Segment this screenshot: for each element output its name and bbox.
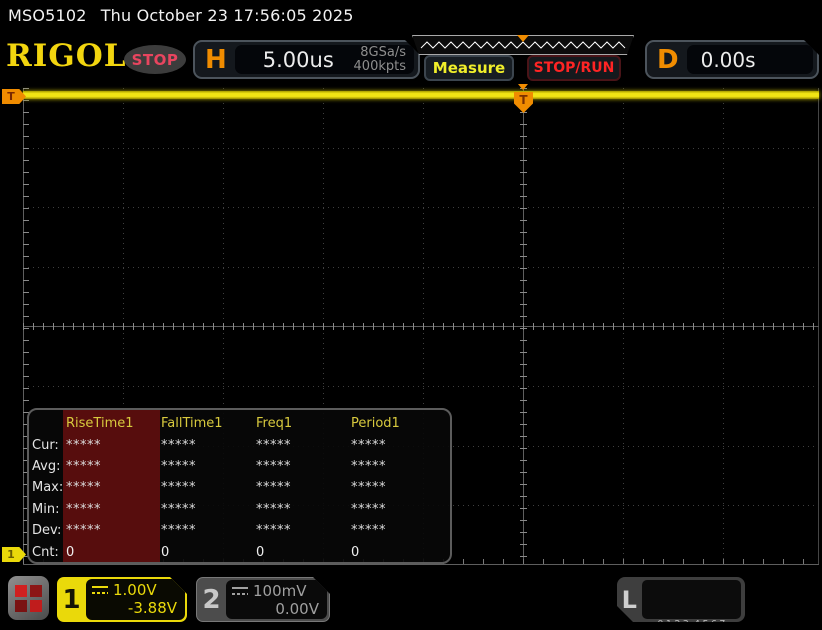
table-cell: 0 bbox=[66, 541, 161, 562]
grid-hline bbox=[23, 386, 819, 387]
channel1-number: 1 bbox=[57, 577, 86, 622]
column-header: RiseTime1 bbox=[66, 413, 161, 434]
delay-panel[interactable]: D 0.00s bbox=[645, 40, 819, 79]
delay-value: 0.00s bbox=[701, 48, 756, 72]
channel2-scale: 100mV bbox=[253, 582, 307, 600]
sample-rate: 8GSa/s bbox=[354, 46, 406, 60]
oscilloscope-screen: MSO5102 Thu October 23 17:56:05 2025 RIGO… bbox=[0, 0, 822, 630]
table-cell: ***** bbox=[351, 456, 443, 477]
grid-hline bbox=[23, 267, 819, 268]
grid-center-hticks bbox=[23, 323, 819, 330]
datetime: Thu October 23 17:56:05 2025 bbox=[101, 6, 354, 25]
channel2-offset: 0.00V bbox=[232, 600, 319, 618]
titlebar: MSO5102 Thu October 23 17:56:05 2025 bbox=[8, 6, 354, 25]
table-cell: 0 bbox=[256, 541, 351, 562]
trigger-position-arrow-icon bbox=[518, 84, 528, 90]
channel1-trace bbox=[23, 91, 819, 99]
grid-hline bbox=[23, 148, 819, 149]
table-cell: ***** bbox=[256, 499, 351, 520]
channel2-badge[interactable]: 2 100mV 0.00V bbox=[196, 577, 330, 622]
table-cell: ***** bbox=[66, 499, 161, 520]
table-cell: ***** bbox=[66, 434, 161, 455]
acquisition-info: 8GSa/s 400kpts bbox=[354, 46, 406, 74]
horizontal-inner: 5.00us 8GSa/s 400kpts bbox=[235, 45, 414, 74]
table-cell: ***** bbox=[66, 520, 161, 541]
row-label: Avg: bbox=[32, 456, 66, 477]
table-cell: ***** bbox=[161, 499, 256, 520]
digital-channel-list: 0 1 2 3 4 5 6 7 8 9 10 11 12 13 14 15 bbox=[642, 580, 741, 619]
row-label: Dev: bbox=[32, 520, 66, 541]
table-cell: ***** bbox=[66, 477, 161, 498]
table-cell: ***** bbox=[66, 456, 161, 477]
column-header: Period1 bbox=[351, 413, 443, 434]
rigol-logo: RIGOL bbox=[6, 38, 127, 74]
table-cell: 0 bbox=[351, 541, 443, 562]
table-cell: ***** bbox=[351, 434, 443, 455]
model-name: MSO5102 bbox=[8, 6, 87, 25]
stop-run-button[interactable]: STOP/RUN bbox=[527, 55, 621, 81]
delay-label: D bbox=[657, 47, 679, 73]
table-cell: ***** bbox=[351, 499, 443, 520]
table-cell: ***** bbox=[161, 456, 256, 477]
table-cell: ***** bbox=[161, 477, 256, 498]
channel1-offset: -3.88V bbox=[92, 599, 177, 617]
horizontal-label: H bbox=[205, 47, 227, 73]
measurement-table: RiseTime1 FallTime1 Freq1 Period1 Cur: *… bbox=[27, 408, 452, 564]
channel2-number: 2 bbox=[197, 578, 226, 621]
table-cell: ***** bbox=[256, 434, 351, 455]
timebase-value: 5.00us bbox=[263, 48, 354, 72]
row-label: Cur: bbox=[32, 434, 66, 455]
delay-inner: 0.00s bbox=[687, 45, 813, 74]
four-squares-icon bbox=[15, 585, 42, 612]
quick-menu-icon[interactable] bbox=[8, 576, 49, 620]
table-corner bbox=[32, 413, 66, 434]
table-cell: ***** bbox=[351, 520, 443, 541]
memory-depth: 400kpts bbox=[354, 60, 406, 74]
table-cell: ***** bbox=[256, 520, 351, 541]
row-label: Cnt: bbox=[32, 541, 66, 562]
dc-coupling-icon bbox=[232, 587, 248, 595]
channel1-scale: 1.00V bbox=[113, 581, 157, 599]
table-cell: ***** bbox=[351, 477, 443, 498]
channel2-values: 100mV 0.00V bbox=[226, 580, 327, 619]
table-cell: 0 bbox=[161, 541, 256, 562]
run-status-badge[interactable]: STOP bbox=[124, 45, 186, 74]
horizontal-settings-panel[interactable]: H 5.00us 8GSa/s 400kpts bbox=[193, 40, 420, 79]
measurement-grid: RiseTime1 FallTime1 Freq1 Period1 Cur: *… bbox=[32, 413, 450, 563]
channel1-values: 1.00V -3.88V bbox=[86, 579, 185, 620]
table-cell: ***** bbox=[256, 456, 351, 477]
table-cell: ***** bbox=[161, 434, 256, 455]
grid-bottom-edge bbox=[23, 564, 819, 565]
logic-analyzer-badge[interactable]: L 0 1 2 3 4 5 6 7 8 9 10 11 12 13 14 15 bbox=[617, 577, 745, 622]
logic-analyzer-label: L bbox=[617, 577, 642, 622]
row-label: Max: bbox=[32, 477, 66, 498]
row-label: Min: bbox=[32, 499, 66, 520]
digital-channels-row1: 0 1 2 3 4 5 6 7 bbox=[642, 616, 741, 630]
column-header: FallTime1 bbox=[161, 413, 256, 434]
measure-button[interactable]: Measure bbox=[424, 55, 514, 81]
table-cell: ***** bbox=[256, 477, 351, 498]
preview-trigger-position-icon[interactable] bbox=[517, 35, 529, 42]
dc-coupling-icon bbox=[92, 586, 108, 594]
column-header: Freq1 bbox=[256, 413, 351, 434]
table-cell: ***** bbox=[161, 520, 256, 541]
channel1-badge[interactable]: 1 1.00V -3.88V bbox=[57, 577, 187, 622]
grid-hline bbox=[23, 207, 819, 208]
preview-waveform-path bbox=[421, 42, 625, 48]
